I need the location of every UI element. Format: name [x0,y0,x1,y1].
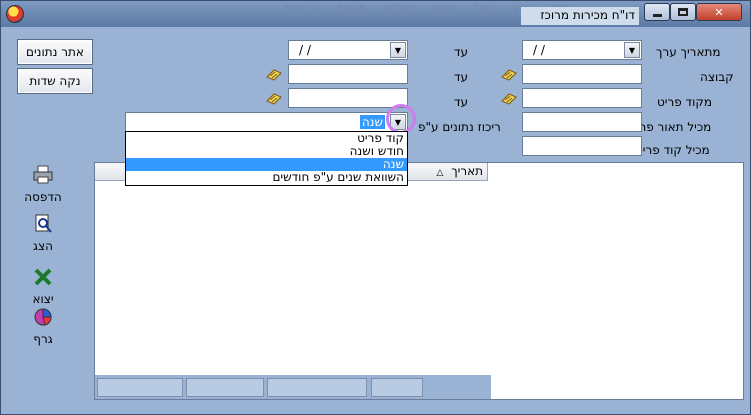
menu-ghost-item: כרטיסים [284,3,320,14]
app-logo-icon [6,5,24,23]
preview-magnifier-icon [35,214,52,233]
lookup-icon[interactable] [265,91,283,105]
chevron-down-icon[interactable]: ▼ [624,42,640,58]
to-label: עד [454,45,469,59]
summary-dropdown-list[interactable]: קוד פריט חודש ושנה שנה השוואת שנים ע"פ ח… [125,131,408,186]
summary-label: ריכוז נתונים ע"פ [418,120,501,134]
menu-ghost-item: תנועות [337,3,366,14]
to-date-value: / / [299,43,311,57]
clear-fields-button[interactable]: נקה שדות [17,68,93,94]
item-code-label: מקוד פריט [657,95,713,109]
maximize-icon [678,8,688,16]
grid-summary-footer [95,375,491,399]
cursor-highlight [386,104,416,134]
summary-select[interactable]: שנה ▼ [125,112,408,132]
chevron-down-icon[interactable]: ▼ [390,42,406,58]
to-date-picker[interactable]: / / ▼ [288,40,408,60]
show-tool[interactable]: הצג [23,214,63,253]
print-tool[interactable]: הדפסה [23,165,63,204]
report-window: עזרה חלון ניהול דוחות פעולות תנועות כרטי… [0,0,751,415]
lookup-icon[interactable] [265,67,283,81]
from-date-label: מתאריך ערך [656,45,721,59]
item-code-to-field[interactable] [288,88,408,108]
to-label: עד [454,95,469,109]
window-title: דו"ח מכירות מרוכז [521,7,639,25]
lookup-icon[interactable] [500,67,518,81]
show-label: הצג [33,239,53,253]
contains-code-label: מכיל קוד פריט [635,143,710,157]
close-button[interactable]: ✕ [696,3,742,21]
from-date-value: / / [533,43,545,57]
minimize-button[interactable] [644,3,670,21]
lookup-icon[interactable] [500,91,518,105]
minimize-icon [652,14,662,17]
export-tool[interactable]: יצוא [23,267,63,306]
group-label: קבוצה [700,70,734,84]
item-desc-field[interactable] [522,112,642,132]
maximize-button[interactable] [670,3,696,21]
item-code-from-field[interactable] [522,88,642,108]
chart-label: גרף [33,332,53,346]
menu-ghost-item: פעולות [384,3,415,14]
excel-export-icon [34,268,52,286]
footer-cell [371,378,423,397]
summary-value: שנה [359,115,385,129]
footer-cell [267,378,367,397]
column-header-label: תאריך [451,164,483,178]
footer-cell [97,378,183,397]
footer-cell [186,378,264,397]
print-label: הדפסה [24,190,62,204]
grid-header-date[interactable]: תאריך △ [404,163,488,181]
from-date-picker[interactable]: / / ▼ [522,40,642,60]
dropdown-option[interactable]: חודש ושנה [126,145,407,158]
results-grid[interactable]: תאריך △ כמ [94,162,744,400]
menu-ghost-item: דוחות [432,3,457,14]
dropdown-option[interactable]: השוואת שנים ע"פ חודשים [126,171,407,184]
export-label: יצוא [32,292,54,306]
menu-ghost-item: ניהול [474,3,496,14]
contains-code-field[interactable] [522,136,642,156]
close-icon: ✕ [714,5,724,19]
sort-triangle-icon: △ [436,168,444,178]
group-from-field[interactable] [522,64,642,84]
title-bar[interactable]: עזרה חלון ניהול דוחות פעולות תנועות כרטי… [1,1,750,27]
group-to-field[interactable] [288,64,408,84]
printer-icon [33,165,53,184]
to-label: עד [454,70,469,84]
find-data-button[interactable]: אתר נתונים [17,39,93,65]
chart-tool[interactable]: גרף [23,307,63,346]
pie-chart-icon [34,308,52,326]
